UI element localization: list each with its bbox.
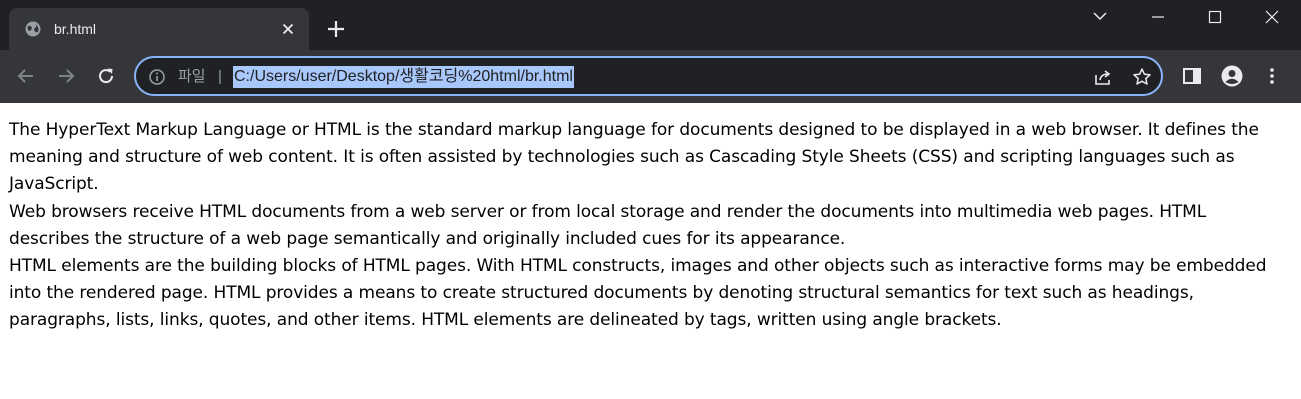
tab-close-icon[interactable] bbox=[279, 20, 297, 38]
close-icon bbox=[1265, 10, 1279, 24]
address-bar[interactable]: 파일 | C:/Users/user/Desktop/생활코딩%20html/b… bbox=[134, 56, 1163, 96]
browser-window: br.html 파일 | C:/Users/user/Desktop/생활코딩%… bbox=[0, 0, 1301, 399]
window-close-button[interactable] bbox=[1247, 0, 1297, 34]
share-icon[interactable] bbox=[1093, 67, 1113, 87]
info-icon[interactable] bbox=[148, 68, 166, 86]
chevron-down-icon bbox=[1093, 12, 1107, 21]
url-separator: | bbox=[218, 68, 222, 85]
url-text[interactable]: C:/Users/user/Desktop/생활코딩%20html/br.htm… bbox=[233, 66, 574, 88]
page-content: The HyperText Markup Language or HTML is… bbox=[0, 103, 1301, 399]
maximize-icon bbox=[1208, 10, 1222, 24]
minimize-icon bbox=[1152, 16, 1164, 18]
scheme-label: 파일 bbox=[178, 68, 206, 85]
maximize-button[interactable] bbox=[1190, 0, 1240, 34]
tab-title: br.html bbox=[54, 21, 97, 37]
paragraph-web-browsers: Web browsers receive HTML documents from… bbox=[9, 201, 1207, 249]
globe-icon bbox=[25, 21, 41, 37]
tab-strip: br.html bbox=[0, 0, 1301, 50]
tab-br-html[interactable]: br.html bbox=[9, 8, 309, 50]
page-body: The HyperText Markup Language or HTML is… bbox=[9, 117, 1289, 335]
forward-arrow-icon[interactable] bbox=[55, 65, 77, 87]
minimize-button[interactable] bbox=[1133, 0, 1183, 34]
side-panel-icon[interactable] bbox=[1181, 65, 1203, 87]
paragraph-html-elements: HTML elements are the building blocks of… bbox=[9, 256, 1267, 331]
back-arrow-icon[interactable] bbox=[15, 65, 37, 87]
kebab-menu-icon[interactable] bbox=[1261, 65, 1283, 87]
toolbar: 파일 | C:/Users/user/Desktop/생활코딩%20html/b… bbox=[0, 50, 1301, 103]
reload-icon[interactable] bbox=[95, 65, 117, 87]
new-tab-icon[interactable] bbox=[325, 18, 347, 40]
paragraph-html-intro: The HyperText Markup Language or HTML is… bbox=[9, 120, 1259, 195]
profile-avatar-icon[interactable] bbox=[1221, 65, 1243, 87]
bookmark-star-icon[interactable] bbox=[1132, 67, 1152, 87]
tab-search-button[interactable] bbox=[1075, 0, 1125, 34]
